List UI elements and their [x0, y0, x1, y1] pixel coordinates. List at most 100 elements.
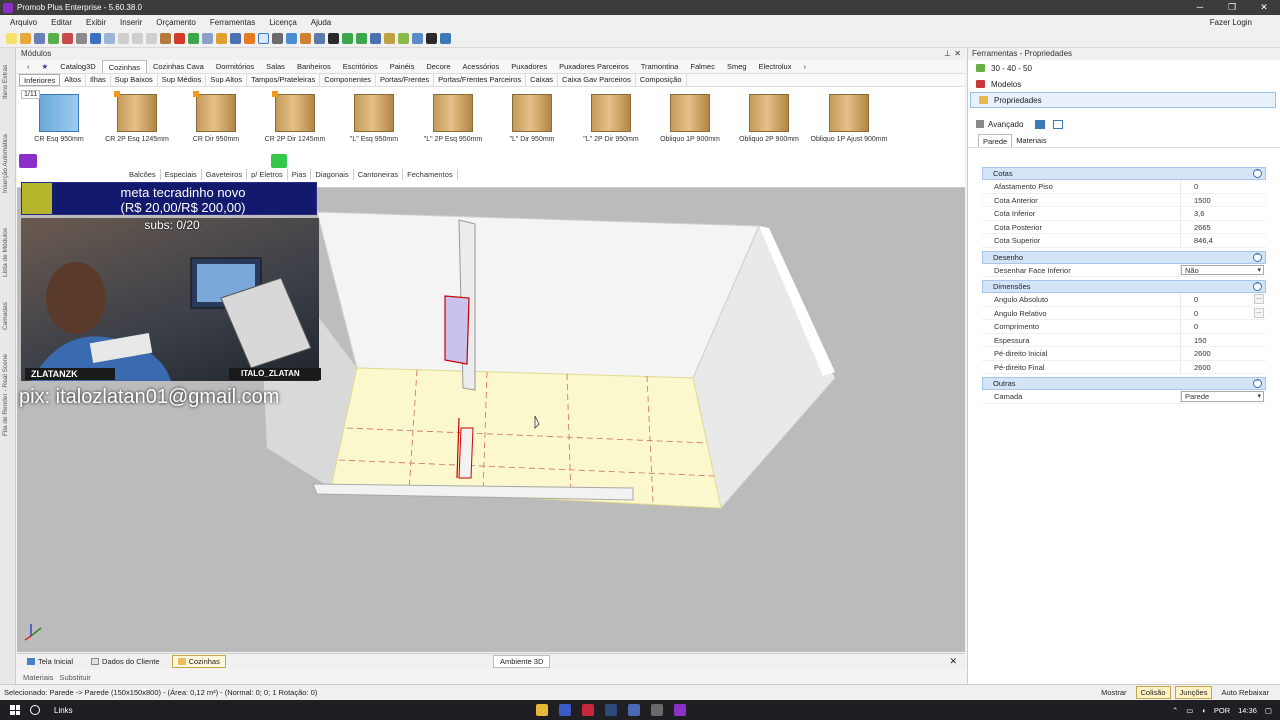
property-value[interactable]: 3,6: [1181, 207, 1266, 220]
module-thumb[interactable]: Obliquo 1P Ajust 900mm: [809, 92, 889, 144]
file-explorer-icon[interactable]: [536, 704, 548, 716]
subtab-ilhas[interactable]: Ilhas: [86, 74, 111, 86]
print-icon[interactable]: [62, 33, 73, 44]
tab-salas[interactable]: Salas: [260, 60, 291, 73]
property-value[interactable]: 0…: [1181, 307, 1266, 320]
juncoes-toggle[interactable]: Junções: [1174, 686, 1213, 699]
side-tab-fila-render[interactable]: Fila de Render - Real Scene: [2, 344, 14, 446]
login-link[interactable]: Fazer Login: [1210, 18, 1252, 27]
search-label[interactable]: Links: [54, 706, 73, 715]
property-value[interactable]: 2600: [1181, 361, 1266, 374]
nav-forward-icon[interactable]: ›: [797, 60, 812, 73]
move-icon[interactable]: [426, 33, 437, 44]
select-icon[interactable]: [258, 33, 269, 44]
module-thumb[interactable]: "L" Esq 950mm: [334, 92, 414, 144]
section-outras[interactable]: Outras ⌃: [982, 377, 1266, 390]
menu-orcamento[interactable]: Orçamento: [156, 18, 196, 27]
menu-exibir[interactable]: Exibir: [86, 18, 106, 27]
camera-icon[interactable]: [370, 33, 381, 44]
tab-banheiros[interactable]: Banheiros: [291, 60, 337, 73]
colisao-toggle[interactable]: Colisão: [1135, 686, 1171, 699]
side-tab-lista-modulos[interactable]: Lista de Módulos: [2, 216, 14, 288]
box-icon[interactable]: [244, 33, 255, 44]
subtab-caixa-gav[interactable]: Caixa Gav Parceiros: [558, 74, 636, 86]
property-value[interactable]: 0: [1181, 180, 1266, 193]
subtab-sup-medios[interactable]: Sup Médios: [158, 74, 207, 86]
section-cotas[interactable]: Cotas ⌃: [982, 167, 1266, 180]
subtab-portas-frentes[interactable]: Portas/Frentes: [376, 74, 435, 86]
save-icon[interactable]: [34, 33, 45, 44]
arrow-left-icon[interactable]: [342, 33, 353, 44]
menu-ajuda[interactable]: Ajuda: [311, 18, 331, 27]
tab-acessorios[interactable]: Acessórios: [457, 60, 506, 73]
measure-icon[interactable]: [216, 33, 227, 44]
subtab-inferiores[interactable]: Inferiores: [19, 74, 61, 86]
notification-icon[interactable]: ▢: [1265, 706, 1272, 715]
settings-icon[interactable]: [76, 33, 87, 44]
shield-icon[interactable]: [286, 33, 297, 44]
tab-puxadores[interactable]: Puxadores: [505, 60, 553, 73]
view-icon[interactable]: [314, 33, 325, 44]
selected-wall[interactable]: [444, 295, 470, 365]
brush-icon[interactable]: [160, 33, 171, 44]
subtab-componentes[interactable]: Componentes: [320, 74, 376, 86]
volume-icon[interactable]: ◖: [1201, 706, 1206, 715]
search-icon[interactable]: [30, 705, 40, 715]
doc-tab-dados-cliente[interactable]: Dados do Cliente: [85, 655, 166, 668]
close-icon[interactable]: ✕: [954, 48, 961, 60]
steam-icon[interactable]: [605, 704, 617, 716]
doc-tab-cozinhas[interactable]: Cozinhas: [171, 655, 226, 668]
tab-paineis[interactable]: Painéis: [384, 60, 421, 73]
close-icon[interactable]: ✕: [1248, 2, 1280, 13]
tab-decore[interactable]: Decore: [420, 60, 456, 73]
open-icon[interactable]: [20, 33, 31, 44]
palette-icon[interactable]: [440, 33, 451, 44]
alphabetical-view-icon[interactable]: [1053, 119, 1064, 129]
subtab-composicao[interactable]: Composição: [636, 74, 687, 86]
side-tab-itens-extras[interactable]: Itens Extras: [2, 52, 14, 112]
network-icon[interactable]: ▭: [1186, 706, 1193, 715]
side-tab-insercao[interactable]: Inserção Automática: [2, 118, 14, 210]
ambiente-3d-tab[interactable]: Ambiente 3D: [493, 655, 551, 668]
tab-dormitorios[interactable]: Dormitórios: [210, 60, 260, 73]
nav-propriedades[interactable]: Propriedades: [970, 92, 1276, 108]
menu-inserir[interactable]: Inserir: [120, 18, 142, 27]
type-tab-fechamentos[interactable]: Fechamentos: [403, 168, 458, 180]
align-icon[interactable]: [272, 33, 283, 44]
property-value[interactable]: 150: [1181, 334, 1266, 347]
categorized-view-icon[interactable]: [1035, 119, 1046, 129]
collapse-icon[interactable]: ⌃: [1253, 282, 1262, 291]
vivaldi-icon[interactable]: [582, 704, 594, 716]
menu-ferramentas[interactable]: Ferramentas: [210, 18, 255, 27]
module-thumb[interactable]: "L" 2P Dir 950mm: [571, 92, 651, 144]
tab-smeg[interactable]: Smeg: [721, 60, 753, 73]
layout-icon[interactable]: [300, 33, 311, 44]
language-indicator[interactable]: POR: [1214, 706, 1230, 715]
property-value[interactable]: 0: [1181, 320, 1266, 333]
favorite-star-icon[interactable]: ★: [36, 60, 55, 73]
discord-icon[interactable]: [559, 704, 571, 716]
property-value[interactable]: 2600: [1181, 347, 1266, 360]
desenhar-face-select[interactable]: Não: [1181, 264, 1264, 275]
clock[interactable]: 14:36: [1238, 706, 1257, 715]
menu-editar[interactable]: Editar: [51, 18, 72, 27]
app-icon[interactable]: [628, 704, 640, 716]
tab-electrolux[interactable]: Electrolux: [753, 60, 798, 73]
collapse-icon[interactable]: ⌃: [1253, 169, 1262, 178]
subtab-portas-parceiros[interactable]: Portas/Frentes Parceiros: [434, 74, 527, 86]
rotate-icon[interactable]: [230, 33, 241, 44]
collapse-icon[interactable]: ⌃: [1253, 379, 1262, 388]
tab-substituir[interactable]: Substituir: [59, 673, 90, 682]
subtab-sup-baixos[interactable]: Sup Baixos: [111, 74, 158, 86]
copy-icon[interactable]: [132, 33, 143, 44]
property-value[interactable]: 1500: [1181, 194, 1266, 207]
cube-icon[interactable]: [384, 33, 395, 44]
module-thumb[interactable]: Obliquo 1P 900mm: [650, 92, 730, 144]
nav-30-40-50[interactable]: 30 - 40 - 50: [968, 60, 1280, 76]
grid-icon[interactable]: [202, 33, 213, 44]
minimize-icon[interactable]: ─: [1184, 2, 1216, 13]
paste-icon[interactable]: [146, 33, 157, 44]
module-thumb[interactable]: "L" 2P Esq 950mm: [413, 92, 493, 144]
property-value[interactable]: 2665: [1181, 221, 1266, 234]
module-thumb[interactable]: Obliquo 2P 900mm: [729, 92, 809, 144]
